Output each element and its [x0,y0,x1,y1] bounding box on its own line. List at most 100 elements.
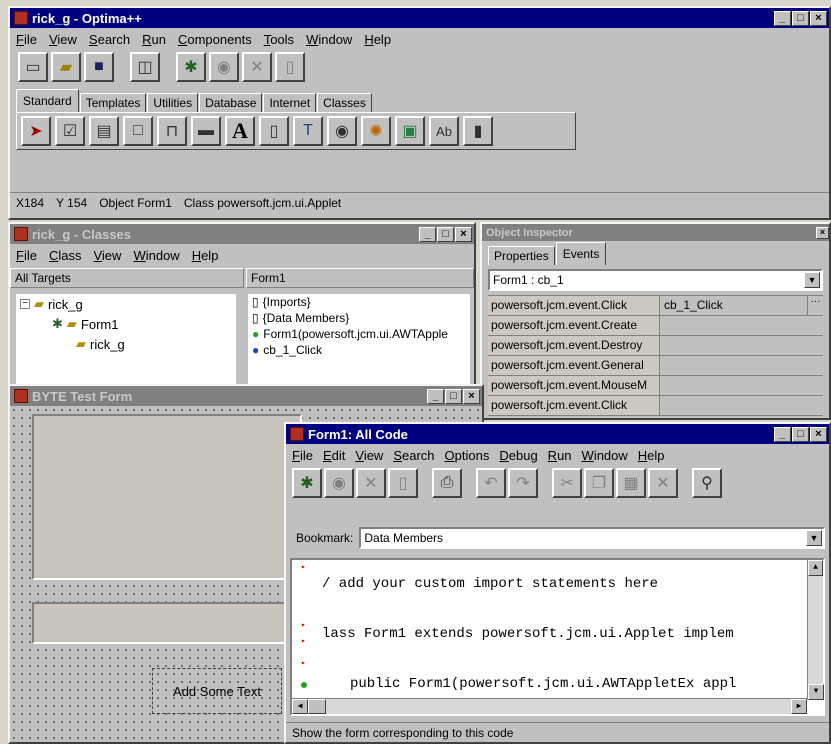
menu-tools[interactable]: Tools [264,32,294,47]
menu-help[interactable]: Help [364,32,391,47]
pointer-icon[interactable]: ➤ [21,116,51,146]
bookmark-select[interactable]: Data Members ▼ [359,527,825,549]
scroll-up-icon[interactable]: ▲ [808,560,823,576]
paste-icon[interactable]: ▦ [616,468,646,498]
checkbox-icon[interactable]: ☑ [55,116,85,146]
panel-icon[interactable]: □ [123,116,153,146]
close-button[interactable]: × [810,10,827,26]
textbox-icon[interactable]: ▯ [259,116,289,146]
tab-database[interactable]: Database [199,93,263,112]
main-title-bar[interactable]: rick_g - Optima++ _ □ × [10,8,829,28]
delete-icon[interactable]: ✕ [648,468,678,498]
classes-menu-window[interactable]: Window [133,248,179,263]
save-icon[interactable]: ■ [84,52,114,82]
menu-view[interactable]: View [49,32,77,47]
form-textarea[interactable] [32,414,302,580]
classes-close-button[interactable]: × [455,226,472,242]
picture-icon[interactable]: ✺ [361,116,391,146]
form-textfield[interactable] [32,602,302,644]
menu-components[interactable]: Components [178,32,252,47]
code-menu-help[interactable]: Help [638,448,665,463]
menu-search[interactable]: Search [89,32,130,47]
member-constructor[interactable]: Form1(powersoft.jcm.ui.AWTApple [263,327,448,341]
minimize-button[interactable]: _ [774,10,791,26]
classes-minimize-button[interactable]: _ [419,226,436,242]
tab-templates[interactable]: Templates [79,93,147,112]
open-folder-icon[interactable]: ▰ [51,52,81,82]
stop-icon[interactable]: ▯ [275,52,305,82]
code-menu-edit[interactable]: Edit [323,448,345,463]
tab-properties[interactable]: Properties [488,246,555,265]
code-menu-options[interactable]: Options [445,448,490,463]
code-minimize-button[interactable]: _ [774,426,791,442]
run-icon[interactable]: ◉ [324,468,354,498]
form-maximize-button[interactable]: □ [445,388,462,404]
tree-item-form1[interactable]: Form1 [81,317,119,332]
classes-menu-view[interactable]: View [93,248,121,263]
maximize-button[interactable]: □ [792,10,809,26]
event-row[interactable]: powersoft.jcm.event.Click [488,396,823,416]
inspector-title-bar[interactable]: Object Inspector × [482,224,829,241]
scroll-right-icon[interactable]: ▶ [791,699,807,714]
code-maximize-button[interactable]: □ [792,426,809,442]
classes-maximize-button[interactable]: □ [437,226,454,242]
inspector-close-button[interactable]: × [816,226,829,239]
code-menu-search[interactable]: Search [393,448,434,463]
radio-icon[interactable]: ◉ [327,116,357,146]
font-icon[interactable]: Ab [429,116,459,146]
add-some-text-button[interactable]: Add Some Text [152,668,282,714]
menu-window[interactable]: Window [306,32,352,47]
textfield-icon[interactable]: T [293,116,323,146]
object-selector[interactable]: Form1 : cb_1 ▼ [488,269,823,291]
run-icon[interactable]: ◉ [209,52,239,82]
debug-icon[interactable]: ✕ [356,468,386,498]
copy-icon[interactable]: ❐ [584,468,614,498]
menu-run[interactable]: Run [142,32,166,47]
tab-standard[interactable]: Standard [16,89,79,112]
classes-menu-class[interactable]: Class [49,248,82,263]
menu-file[interactable]: File [16,32,37,47]
event-row[interactable]: powersoft.jcm.event.General [488,356,823,376]
build-icon[interactable]: ✱ [292,468,322,498]
new-file-icon[interactable]: ▭ [18,52,48,82]
code-title-bar[interactable]: Form1: All Code _ □ × [286,424,829,444]
classes-title-bar[interactable]: rick_g - Classes _ □ × [10,224,474,244]
image-icon[interactable]: ▣ [395,116,425,146]
event-row[interactable]: powersoft.jcm.event.Create [488,316,823,336]
tab-classes[interactable]: Classes [317,93,372,112]
code-menu-file[interactable]: File [292,448,313,463]
classes-menu-help[interactable]: Help [192,248,219,263]
event-row[interactable]: powersoft.jcm.event.Click cb_1_Click ··· [488,296,823,316]
scrollbar-icon[interactable]: ▬ [191,116,221,146]
ellipsis-icon[interactable]: ··· [807,296,823,315]
form-close-button[interactable]: × [463,388,480,404]
tab-events[interactable]: Events [555,242,607,265]
member-data-members[interactable]: {Data Members} [263,311,350,325]
event-row[interactable]: powersoft.jcm.event.Destroy [488,336,823,356]
redo-icon[interactable]: ↷ [508,468,538,498]
classes-menu-file[interactable]: File [16,248,37,263]
chevron-down-icon[interactable]: ▼ [804,272,820,288]
debug-icon[interactable]: ✕ [242,52,272,82]
vertical-scrollbar[interactable]: ▲ ▼ [807,560,824,700]
tree-item-rick-g[interactable]: rick_g [48,297,83,312]
chevron-down-icon[interactable]: ▼ [806,530,822,546]
label-icon[interactable]: A [225,116,255,146]
undo-icon[interactable]: ↶ [476,468,506,498]
find-icon[interactable]: ⚲ [692,468,722,498]
scroll-thumb[interactable] [308,699,326,714]
collapse-icon[interactable]: − [20,299,30,309]
cut-icon[interactable]: ✂ [552,468,582,498]
print-icon[interactable]: ⎙ [432,468,462,498]
scroll-left-icon[interactable]: ◀ [292,699,308,714]
form-title-bar[interactable]: BYTE Test Form _ □ × [10,386,482,406]
code-close-button[interactable]: × [810,426,827,442]
member-imports[interactable]: {Imports} [263,295,311,309]
groupbox-icon[interactable]: ⊓ [157,116,187,146]
event-row[interactable]: powersoft.jcm.event.MouseM [488,376,823,396]
tab-utilities[interactable]: Utilities [147,93,199,112]
slider-icon[interactable]: ▮ [463,116,493,146]
code-editor[interactable]: ▸ ▸ ▸ ▸ / add your custom import stateme… [290,558,825,716]
code-menu-run[interactable]: Run [548,448,572,463]
listbox-icon[interactable]: ▤ [89,116,119,146]
